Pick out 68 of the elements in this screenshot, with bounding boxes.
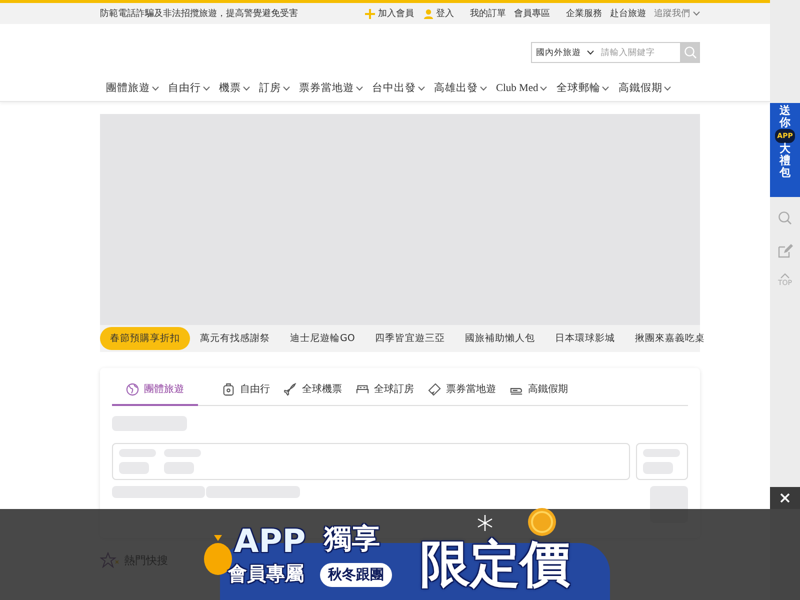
search-button[interactable] (680, 42, 700, 63)
promo-tab[interactable]: 春節預購享折扣 (100, 327, 190, 350)
search-icon (684, 46, 696, 59)
chevron-down-icon (540, 86, 548, 90)
chevron-down-icon (587, 50, 594, 55)
banner-price-text: 限定價 (420, 539, 570, 589)
chevron-down-icon (203, 86, 210, 90)
coin-icon (527, 507, 557, 537)
banner-exclusive-text: 獨享 (324, 525, 380, 553)
top-bar-link[interactable]: 我的訂單 (470, 7, 506, 20)
luggage-icon (222, 382, 235, 396)
top-bar-link[interactable]: 追蹤我們 (654, 7, 700, 20)
search-tab[interactable]: 全球訂房 (356, 376, 414, 406)
chevron-down-icon (243, 86, 250, 90)
chevron-down-icon (356, 86, 363, 90)
promo-tab[interactable]: 日本環球影城 (544, 327, 625, 350)
top-bar-link[interactable]: 加入會員 (365, 7, 414, 20)
fraud-warning-notice: 防範電話詐騙及非法招攬旅遊，提高警覺避免受害 (100, 8, 299, 20)
chevron-down-icon (664, 86, 672, 90)
search-tab[interactable]: 全球機票 (284, 376, 342, 406)
nav-menu-item[interactable]: 機票 (219, 81, 250, 95)
search-tab[interactable]: 團體旅遊 (112, 376, 198, 406)
banner-members-text: 會員專屬 (228, 565, 304, 584)
close-button[interactable] (770, 487, 800, 509)
edit-icon (777, 243, 793, 259)
date-field-placeholder (636, 443, 688, 480)
search-field[interactable]: 請輸入關鍵字 (598, 42, 680, 63)
chevron-down-icon (152, 86, 159, 90)
chevron-down-icon (283, 86, 290, 90)
edit-button[interactable] (777, 243, 793, 259)
promo-tab[interactable]: 四季皆宜遊三亞 (364, 327, 455, 350)
nav-menu-item[interactable]: 團體旅遊 (106, 81, 159, 95)
snowflake-icon (477, 515, 493, 531)
chevron-down-icon (602, 86, 610, 90)
top-bar-link[interactable]: 企業服務 (566, 7, 602, 20)
nav-menu-item[interactable]: 高雄出發 (434, 81, 487, 95)
top-bar-link[interactable]: 登入 (424, 7, 454, 20)
nav-menu-item[interactable]: 台中出發 (372, 81, 425, 95)
caret-up-icon (780, 273, 790, 279)
nav-menu-item[interactable]: 票券當地遊 (299, 81, 363, 95)
chevron-down-icon (480, 86, 487, 90)
plus-icon (365, 8, 375, 18)
chevron-down-icon (418, 86, 425, 90)
close-icon (780, 493, 790, 503)
ticket-icon (428, 382, 441, 396)
promo-tab[interactable]: 萬元有找感謝祭 (190, 327, 280, 350)
nav-menu-item[interactable]: 全球郵輪 (556, 81, 610, 95)
search-icon (778, 211, 792, 225)
nav-menu-item[interactable]: Club Med (496, 81, 548, 95)
top-bar-link[interactable]: 赴台旅遊 (610, 7, 646, 20)
user-icon (424, 8, 433, 18)
search-tab[interactable]: 自由行 (222, 376, 270, 406)
bed-icon (356, 382, 369, 396)
search-tab[interactable]: 高鐵假期 (510, 376, 568, 406)
banner-app-text: APP (234, 525, 306, 557)
top-bar-link[interactable]: 會員專區 (514, 7, 550, 20)
search-button[interactable] (778, 211, 792, 225)
nav-menu-item[interactable]: 訂房 (259, 81, 290, 95)
nav-menu-item[interactable]: 自由行 (168, 81, 210, 95)
search-tab[interactable]: 票券當地遊 (428, 376, 496, 406)
promo-tab[interactable]: 迪士尼遊輪GO (280, 327, 365, 350)
tour-badge: 秋冬跟團 (320, 563, 392, 587)
search-scope-dropdown[interactable]: 國內外旅遊 (531, 42, 598, 63)
promo-tab[interactable]: 國旅補助懶人包 (454, 327, 545, 350)
chevron-down-icon (693, 11, 700, 16)
promo-tab[interactable]: 揪團來嘉義吃桌 (624, 327, 715, 350)
globe-icon (126, 382, 139, 396)
nav-menu-item[interactable]: 高鐵假期 (618, 81, 672, 95)
